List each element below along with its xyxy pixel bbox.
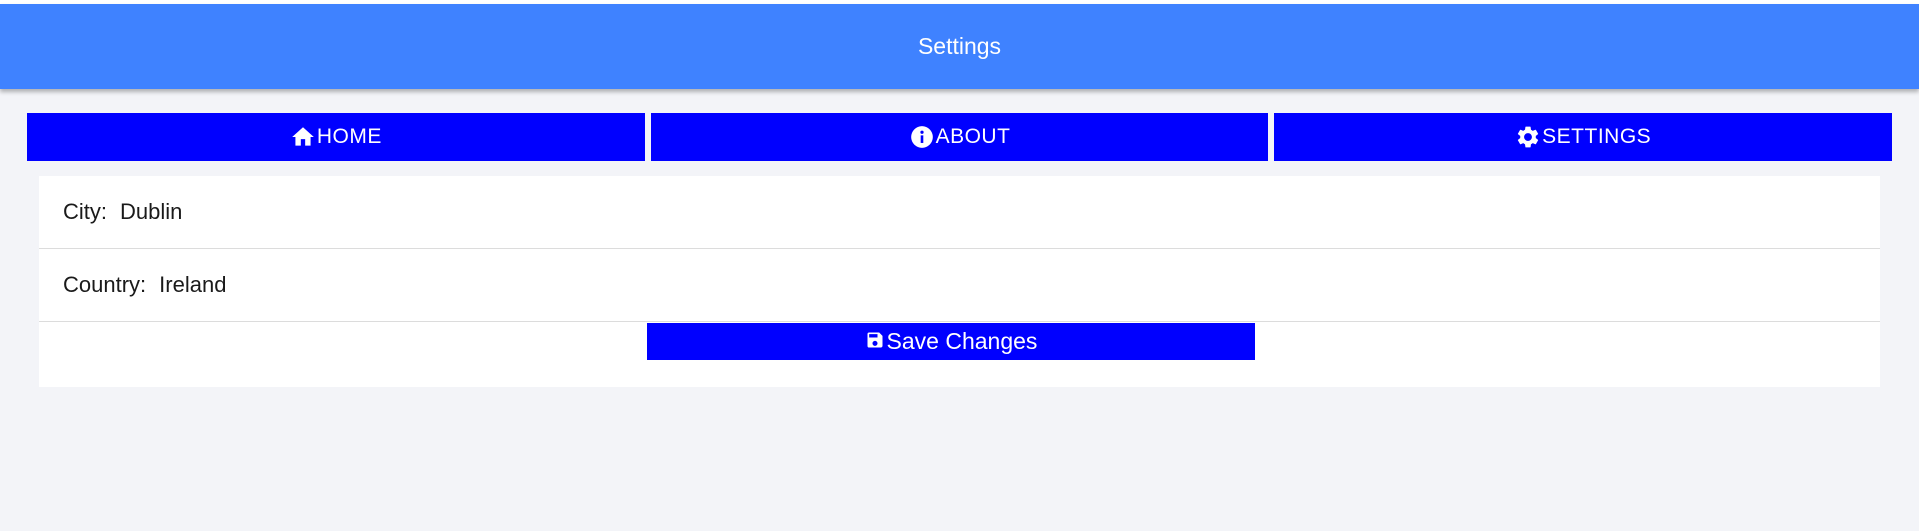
country-value: Ireland [159,272,227,297]
city-row: City: Dublin [39,176,1880,249]
city-label: City: [63,199,107,224]
city-value: Dublin [120,199,183,224]
country-label: Country: [63,272,147,297]
save-row: Save Changes [39,322,1880,388]
country-row: Country: Ireland [39,249,1880,322]
save-icon [867,332,883,347]
tab-bar: HOME ABOUT SETTINGS [27,113,1893,161]
tab-home-label: HOME [316,125,382,148]
home-icon [291,127,314,146]
tab-settings[interactable]: SETTINGS [1274,113,1893,161]
save-button-label: Save Changes [886,328,1038,354]
app-content: Settings HOME ABOUT SETTINGS City: Dubli… [0,4,1919,531]
tab-home[interactable]: HOME [27,113,645,161]
app-window: Settings HOME ABOUT SETTINGS City: Dubli… [0,0,1919,531]
tab-settings-label: SETTINGS [1542,125,1652,148]
toolbar: Settings [0,4,1919,89]
gear-icon [1518,126,1539,148]
tab-about-label: ABOUT [935,125,1011,148]
page-title: Settings [917,33,1002,59]
tab-about[interactable]: ABOUT [650,113,1269,161]
save-button[interactable]: Save Changes [647,323,1255,360]
settings-card: City: Dublin Country: Ireland Save Chang… [39,176,1880,387]
info-icon [910,126,933,148]
